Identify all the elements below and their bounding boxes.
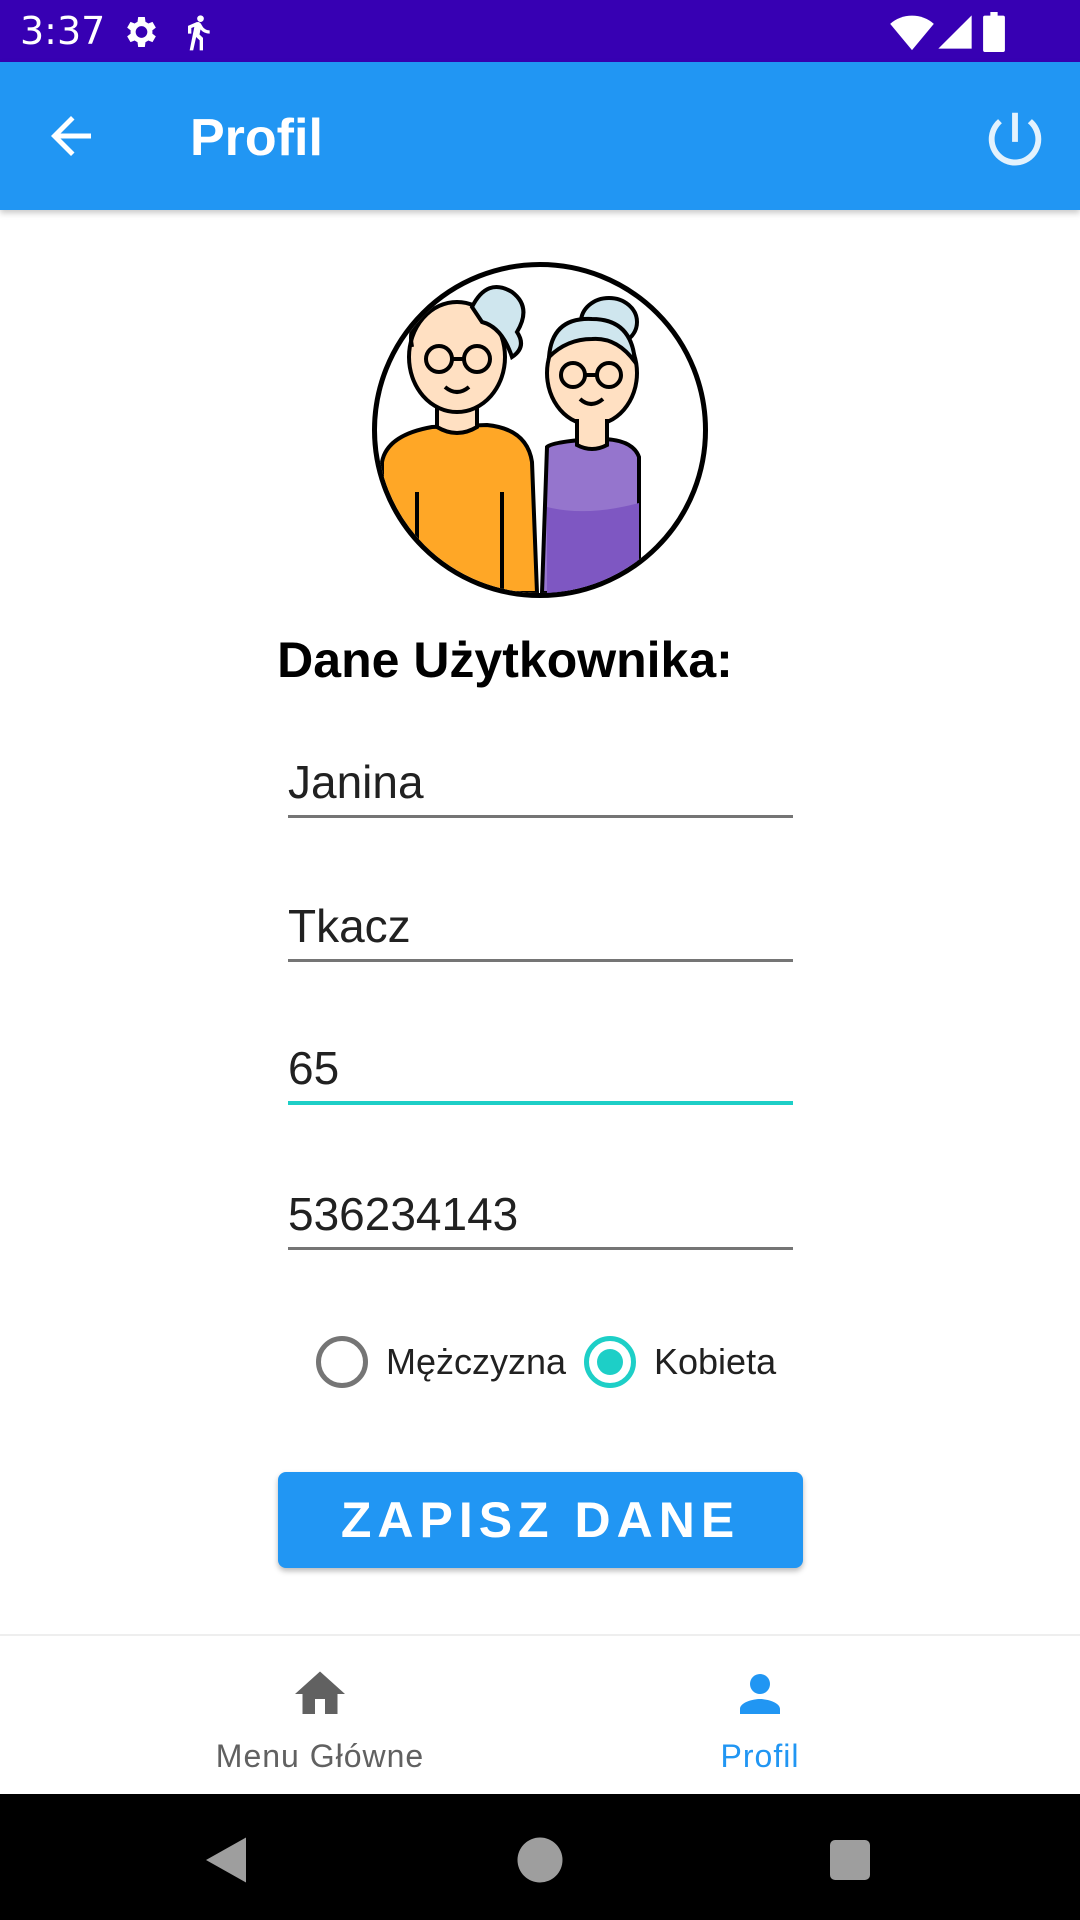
battery-icon [983,12,1005,52]
wifi-icon [890,15,934,51]
logout-button[interactable] [980,104,1050,174]
radio-label-female: Kobieta [654,1341,777,1382]
person-icon [740,1674,780,1714]
avatar [372,262,708,598]
walking-person-icon [188,15,210,51]
status-bar: 3:37 [0,0,1080,62]
screen: 3:37 Profil Dane Użytkownika: Janina Tka… [0,0,1080,1920]
age-field[interactable] [288,1035,793,1105]
home-icon [295,1671,345,1714]
app-bar: Profil [0,62,1080,210]
radio-label-male: Mężczyzna [386,1341,567,1382]
power-icon [988,112,1042,166]
system-navigation-bar [0,1794,1080,1920]
nav-item-profile[interactable]: Profil [490,1636,1030,1796]
status-time: 3:37 [20,9,106,53]
signal-icon [938,15,972,49]
phone-field[interactable] [288,1180,793,1250]
user-data-heading: Dane Użytkownika: [277,632,733,688]
last-name-field[interactable] [288,892,793,962]
arrow-left-icon [51,116,91,156]
page-title: Profil [190,109,323,167]
home-circle-icon[interactable] [510,1830,570,1890]
nav-label-profile: Profil [720,1738,800,1774]
back-triangle-icon[interactable] [196,1830,256,1890]
save-button[interactable]: ZAPISZ DANE [278,1472,803,1568]
radio-checked-icon [584,1336,636,1388]
bottom-navigation: Menu Główne Profil [0,1634,1080,1796]
recents-square-icon[interactable] [820,1830,880,1890]
elderly-couple-avatar [380,285,641,593]
first-name-field[interactable] [288,748,793,818]
back-button[interactable] [36,106,106,166]
gear-icon [127,17,156,47]
radio-unchecked-icon [316,1336,368,1388]
